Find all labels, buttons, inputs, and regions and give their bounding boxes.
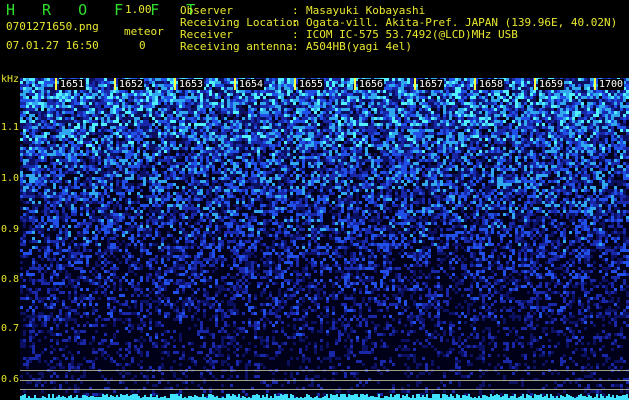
reference-line <box>20 389 629 390</box>
time-tick-marker <box>55 78 57 90</box>
time-tick: 1654 <box>238 79 265 90</box>
reference-line <box>20 370 629 371</box>
time-tick: 1657 <box>418 79 445 90</box>
time-tick-marker <box>594 78 596 90</box>
antenna-value: A504HB(yagi 4el) <box>306 40 412 53</box>
app-version: 1.00 <box>125 3 152 16</box>
time-tick: 1656 <box>358 79 385 90</box>
antenna-label: Receiving antenna <box>180 40 293 53</box>
y-tick: 0.7 <box>1 323 20 334</box>
time-tick-marker <box>354 78 356 90</box>
time-tick-marker <box>174 78 176 90</box>
time-tick: 1652 <box>118 79 145 90</box>
y-tick: 0.6 <box>1 374 20 385</box>
frequency-axis: kHz 1.1 1.0 0.9 0.8 0.7 0.6 <box>0 74 20 400</box>
time-tick: 1658 <box>478 79 505 90</box>
meteor-count: 0 <box>139 39 146 52</box>
time-tick-marker <box>414 78 416 90</box>
time-tick: 1651 <box>59 79 86 90</box>
time-tick-marker <box>474 78 476 90</box>
reference-line <box>20 380 629 381</box>
y-tick: 0.8 <box>1 274 20 285</box>
meteor-label: meteor <box>124 25 164 38</box>
spectrogram <box>20 78 629 400</box>
observation-datetime: 07.01.27 16:50 <box>6 39 99 52</box>
time-tick-marker <box>294 78 296 90</box>
time-tick-marker <box>234 78 236 90</box>
time-tick: 1655 <box>298 79 325 90</box>
time-tick-marker <box>114 78 116 90</box>
time-tick: 1653 <box>178 79 205 90</box>
y-tick: 0.9 <box>1 224 20 235</box>
time-tick-marker <box>534 78 536 90</box>
time-tick: 1700 <box>598 79 625 90</box>
time-tick: 1659 <box>538 79 565 90</box>
image-filename: 0701271650.png <box>6 20 99 33</box>
y-tick: 1.0 <box>1 173 20 184</box>
y-tick: 1.1 <box>1 122 20 133</box>
axis-unit: kHz <box>1 74 20 85</box>
app-brand: H R O F F T <box>6 1 205 19</box>
header-panel: H R O F F T 1.00 0701271650.png 07.01.27… <box>0 0 629 78</box>
